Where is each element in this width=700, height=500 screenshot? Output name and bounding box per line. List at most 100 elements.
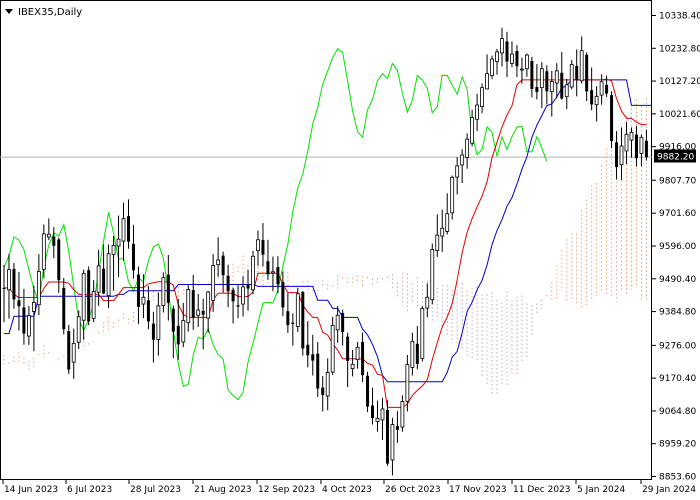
candle (380, 397, 385, 441)
candle-body-up (510, 53, 514, 64)
candle-body-up (549, 81, 554, 93)
candle-body-down (62, 287, 66, 330)
candle-body-down (12, 268, 16, 300)
candle (560, 51, 564, 100)
candle-body-up (554, 70, 559, 84)
candle (420, 306, 425, 362)
candle (539, 62, 544, 109)
x-axis[interactable]: 14 Jun 2023 6 Jul 2023 28 Jul 2023 21 Aug 2… (2, 480, 696, 495)
candle (629, 127, 634, 158)
candle (106, 244, 111, 309)
candle-body-up (271, 271, 275, 274)
candle (465, 133, 470, 169)
candle (575, 49, 579, 97)
candle-body-down (535, 87, 539, 93)
candle-body-up (116, 238, 121, 247)
y-axis[interactable]: 10338.4010232.8010127.2010021.609916.009… (652, 12, 700, 483)
candle (41, 224, 46, 279)
candle-body-down (321, 387, 325, 396)
candle (306, 321, 310, 368)
candle (594, 86, 599, 122)
candle-body-up (455, 165, 460, 178)
candle-body-up (330, 325, 335, 373)
candle (610, 91, 614, 149)
candle-body-up (579, 50, 584, 82)
candle (231, 287, 235, 324)
candle-body-up (46, 233, 51, 238)
candle-body-up (211, 265, 216, 301)
candle (71, 328, 76, 379)
candle-body-down (311, 354, 315, 361)
candle-body-up (76, 316, 81, 343)
candle (500, 27, 504, 67)
candle (505, 31, 509, 78)
candle (281, 271, 285, 317)
candle (191, 274, 195, 330)
candle-body-up (420, 308, 425, 359)
candle-body-up (520, 68, 524, 71)
candle-body-down (176, 325, 180, 345)
candle (91, 280, 96, 323)
candle (435, 214, 440, 257)
candle-body-up (400, 401, 405, 428)
candle (346, 332, 350, 387)
candle (102, 244, 106, 295)
candle (475, 93, 480, 132)
candle (12, 263, 16, 309)
candle-body-up (350, 363, 355, 370)
candle (221, 251, 225, 293)
y-tick-label: 8853.60 (659, 473, 696, 483)
candle-body-up (569, 63, 574, 88)
candle-body-up (619, 145, 624, 166)
candle-body-down (201, 310, 205, 315)
y-tick-label: 9490.40 (659, 275, 696, 285)
candle-body-down (131, 243, 135, 271)
candle-body-up (629, 131, 634, 141)
candle-body-down (2, 287, 6, 289)
candle (116, 215, 121, 278)
candle (335, 305, 340, 343)
candle (76, 310, 81, 350)
candle-body-up (216, 259, 221, 266)
candle (131, 224, 135, 279)
candle (111, 236, 116, 291)
candle-body-up (241, 286, 245, 305)
candle-body-down (545, 71, 549, 92)
candle-body-down (291, 322, 295, 324)
candle-body-down (610, 95, 614, 142)
x-tick-label: 4 Oct 2023 (322, 485, 372, 495)
candle-body-up (355, 346, 360, 361)
candle (201, 298, 205, 350)
y-tick-label: 9807.70 (659, 176, 696, 186)
chart-canvas: 10338.4010232.8010127.2010021.609916.009… (0, 0, 700, 495)
candle (171, 305, 175, 359)
candle (425, 283, 430, 318)
candle-body-down (560, 72, 564, 99)
candle (276, 256, 280, 294)
candle-body-down (301, 291, 305, 349)
candle (549, 70, 554, 117)
candle-body-down (286, 311, 290, 326)
y-tick-label: 10021.60 (659, 110, 700, 120)
candle (590, 67, 594, 111)
candle-body-down (22, 307, 26, 334)
y-tick-label: 9064.80 (659, 407, 696, 417)
candle-body-down (395, 426, 399, 430)
candle-body-up (181, 320, 186, 343)
candle-body-down (366, 375, 370, 407)
candle-body-up (206, 291, 211, 319)
candle-body-up (480, 87, 484, 107)
candle-body-down (306, 344, 310, 356)
candle (485, 54, 489, 90)
candle (460, 149, 465, 183)
candle-body-up (81, 272, 86, 321)
candle (585, 52, 589, 102)
candle (246, 269, 250, 311)
candle-body-down (221, 255, 225, 276)
candle (350, 350, 355, 377)
dropdown-triangle-icon[interactable] (5, 9, 13, 14)
candle-body-up (624, 133, 629, 152)
candle-body-down (102, 268, 106, 294)
candle (569, 60, 574, 90)
candle-body-up (500, 38, 504, 54)
